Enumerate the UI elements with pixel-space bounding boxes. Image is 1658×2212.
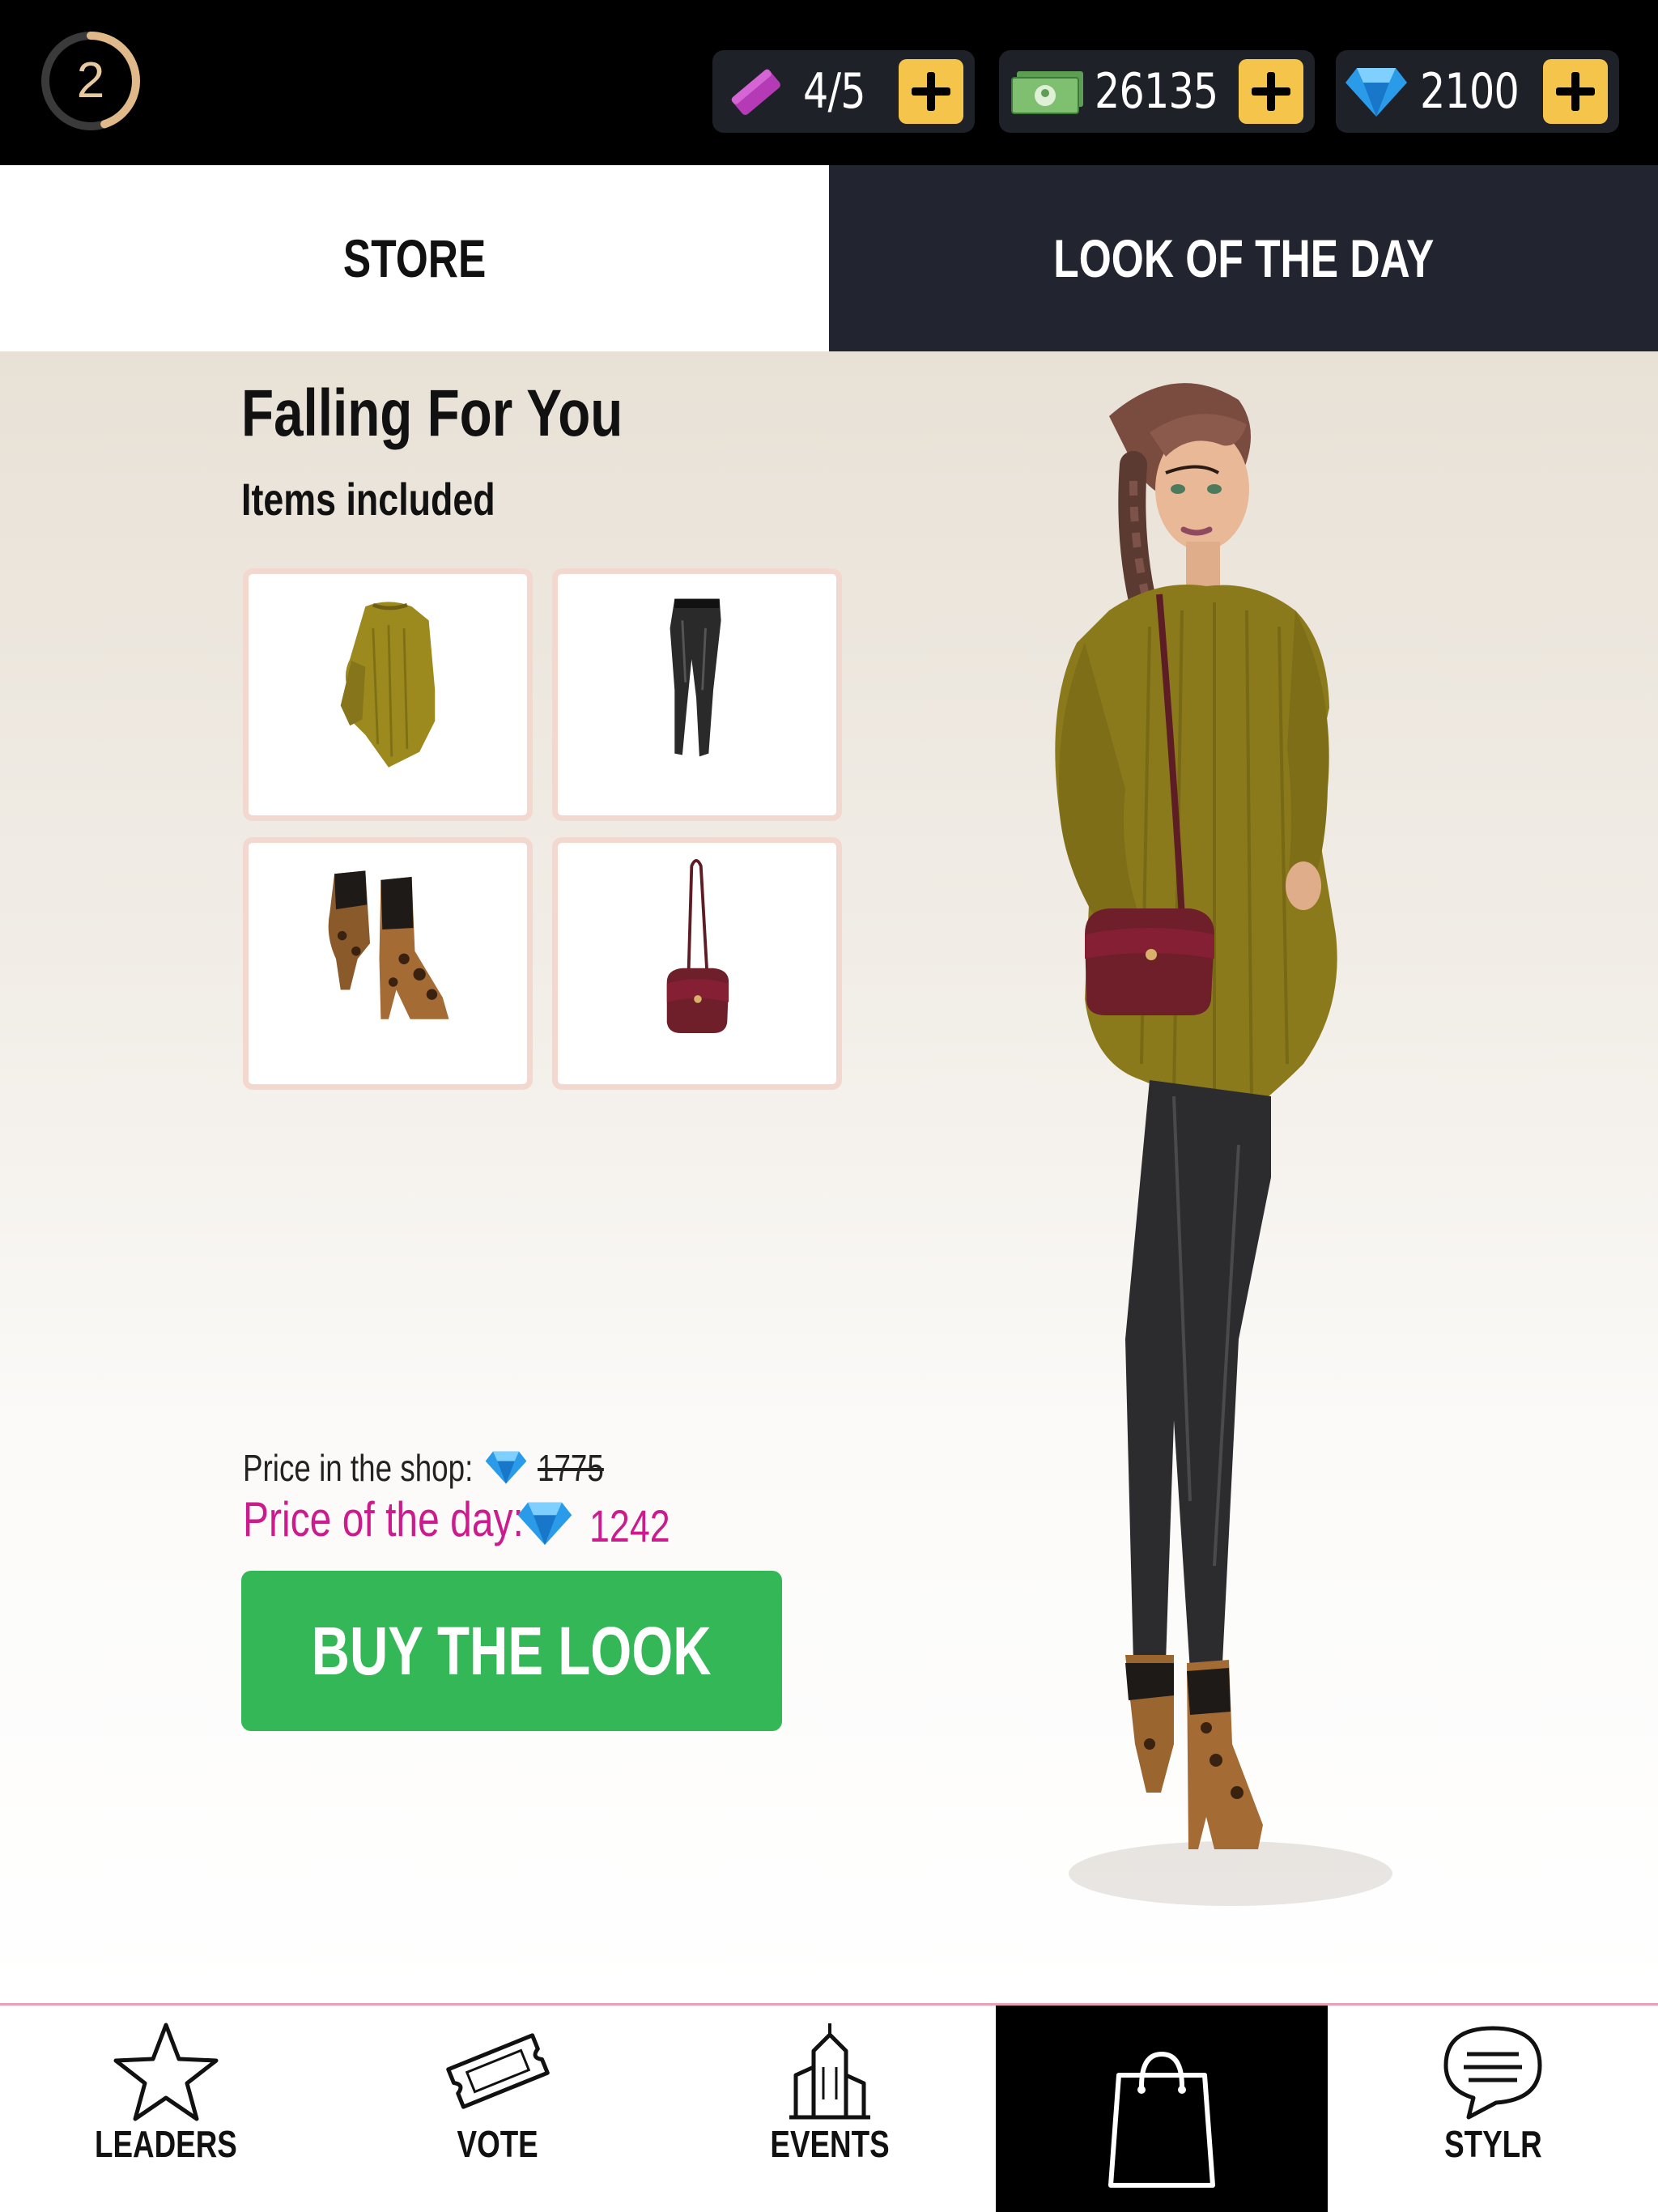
nav-vote-label: VOTE — [457, 2123, 539, 2165]
ticket-outline-icon — [446, 2033, 550, 2109]
nav-leaders[interactable]: LEADERS — [0, 2006, 332, 2212]
level-number: 2 — [76, 53, 105, 108]
tab-store-label: STORE — [342, 228, 487, 288]
top-bar: 2 4/5 26135 2100 — [0, 0, 1658, 165]
gems-counter: 2100 — [1336, 50, 1619, 133]
cash-icon — [1011, 71, 1083, 114]
tab-look-of-the-day[interactable]: LOOK OF THE DAY — [829, 165, 1658, 351]
nav-stylr[interactable]: STYLR — [1328, 2006, 1658, 2212]
add-gems-button[interactable] — [1543, 59, 1608, 124]
sweater-icon — [340, 602, 436, 768]
shopping-bag-icon — [1108, 2051, 1215, 2188]
price-in-shop-value: 1775 — [538, 1447, 604, 1489]
nav-leaders-label: LEADERS — [95, 2123, 237, 2165]
tab-store[interactable]: STORE — [0, 165, 829, 351]
buildings-icon — [789, 2023, 870, 2120]
add-cash-button[interactable] — [1239, 59, 1303, 124]
tab-bar: STORE LOOK OF THE DAY — [0, 165, 1658, 351]
diamond-icon — [517, 1502, 572, 1546]
price-of-the-day-value: 1242 — [589, 1500, 670, 1551]
cash-value: 26135 — [1095, 63, 1218, 120]
price-in-shop-label: Price in the shop: — [243, 1447, 474, 1489]
price-of-the-day-label: Price of the day: — [243, 1492, 524, 1546]
diamond-icon — [485, 1451, 527, 1484]
items-included-heading: Items included — [241, 474, 495, 525]
star-icon — [113, 2023, 219, 2121]
nav-events-label: EVENTS — [770, 2123, 890, 2165]
bottom-navigation: LEADERS VOTE EVENTS STYLR — [0, 2003, 1658, 2212]
pants-icon — [670, 598, 721, 757]
item-card-bag[interactable] — [552, 837, 842, 1090]
add-tickets-button[interactable] — [899, 59, 963, 124]
buy-the-look-label: BUY THE LOOK — [312, 1613, 712, 1689]
gems-value: 2100 — [1420, 63, 1520, 120]
bag-icon — [666, 859, 729, 1033]
nav-stylr-label: STYLR — [1443, 2123, 1542, 2165]
nav-events[interactable]: EVENTS — [664, 2006, 996, 2212]
diamond-icon — [1346, 68, 1407, 117]
nav-vote[interactable]: VOTE — [332, 2006, 664, 2212]
item-card-sweater[interactable] — [243, 568, 533, 821]
tickets-value: 4/5 — [803, 63, 866, 120]
item-card-pants[interactable] — [552, 568, 842, 821]
chat-bubble-icon — [1443, 2026, 1542, 2120]
ticket-icon — [731, 69, 780, 115]
tab-look-of-the-day-label: LOOK OF THE DAY — [1052, 228, 1435, 288]
model-avatar — [1055, 383, 1392, 1906]
item-card-boots[interactable] — [243, 837, 533, 1090]
look-of-the-day-panel: Falling For You Items included Price in … — [0, 351, 1658, 2003]
look-title: Falling For You — [241, 376, 623, 450]
boots-icon — [328, 870, 449, 1019]
tickets-counter: 4/5 — [712, 50, 975, 133]
cash-counter: 26135 — [999, 50, 1315, 133]
buy-the-look-button[interactable]: BUY THE LOOK — [241, 1571, 782, 1731]
nav-store[interactable] — [996, 2006, 1328, 2212]
